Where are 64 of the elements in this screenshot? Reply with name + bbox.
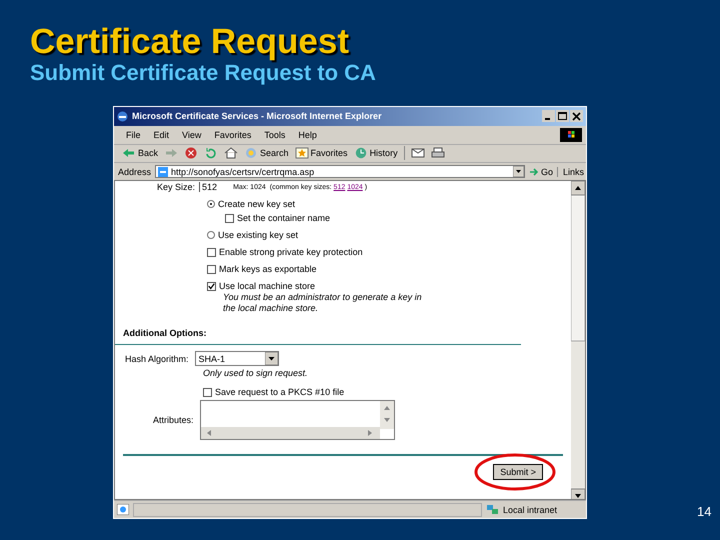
address-value: http://sonofyas/certsrv/certrqma.asp	[171, 166, 316, 177]
menu-item[interactable]: View	[182, 130, 202, 140]
favorites-icon	[294, 147, 309, 160]
submit-button[interactable]: Submit >	[493, 464, 543, 480]
checkbox[interactable]	[207, 248, 216, 257]
page-icon	[117, 504, 129, 516]
radio-button[interactable]	[207, 200, 215, 208]
slide-subtitle: Submit Certificate Request to CA	[29, 60, 376, 86]
menu-item[interactable]: Favorites	[214, 130, 252, 140]
option-label: Save request to a PKCS #10 file	[215, 387, 344, 398]
hash-dropdown[interactable]: SHA-1	[194, 351, 279, 366]
address-field[interactable]: http://sonofyas/certsrv/certrqma.asp	[155, 165, 526, 178]
hint-text: Only used to sign request.	[202, 368, 308, 378]
note-text: You must be an administrator to generate a key in the local machine store.	[222, 292, 423, 314]
menu-item[interactable]: File	[126, 130, 141, 140]
checkbox[interactable]	[203, 388, 212, 397]
option-label: Create new key set	[218, 199, 296, 210]
field-label: Key Size:	[157, 182, 196, 192]
attributes-text-area[interactable]	[200, 400, 395, 440]
key-size-field[interactable]: 512	[199, 182, 230, 192]
mail-icon[interactable]	[410, 147, 425, 160]
checkbox[interactable]	[207, 282, 216, 291]
field-label: Hash Algorithm:	[125, 354, 189, 364]
home-icon[interactable]	[224, 147, 238, 160]
printer-icon[interactable]	[430, 147, 445, 160]
toolbar-button[interactable]: History	[354, 147, 398, 160]
menu-item[interactable]: Tools	[264, 130, 286, 140]
field-label: Attributes:	[153, 415, 194, 426]
zone-label: Local intranet	[503, 504, 558, 515]
minimize-button[interactable]	[542, 110, 555, 122]
dropdown-arrow-icon[interactable]	[513, 166, 524, 178]
toolbar-button[interactable]: Search	[244, 147, 289, 160]
page-number: 14	[697, 504, 712, 519]
search-icon	[244, 147, 258, 160]
back-icon	[122, 147, 136, 160]
option-label: Mark keys as exportable	[219, 264, 317, 274]
page-icon	[158, 166, 168, 177]
links-button[interactable]: Links	[557, 166, 584, 177]
go-button[interactable]: Go	[529, 166, 554, 177]
menu-item[interactable]: Edit	[154, 130, 170, 140]
network-icon	[486, 504, 499, 516]
scrollbar[interactable]	[571, 181, 585, 500]
toolbar-button[interactable]: Back	[122, 147, 158, 160]
windows-logo-icon[interactable]	[560, 128, 582, 142]
option-label: Use existing key set	[218, 230, 298, 240]
toolbar-button[interactable]: Favorites	[294, 147, 348, 160]
close-button[interactable]	[570, 110, 583, 122]
stop-icon[interactable]	[184, 147, 198, 160]
menu-item[interactable]: Help	[298, 130, 317, 140]
arrow-icon	[529, 166, 540, 177]
address-label: Address	[118, 166, 152, 177]
option-label: Set the container name	[237, 213, 330, 224]
radio-button[interactable]	[207, 231, 215, 240]
checkbox[interactable]	[207, 264, 216, 274]
option-label: Enable strong private key protection	[219, 247, 363, 258]
option-label: Use local machine store	[219, 281, 316, 292]
dropdown-arrow-icon	[264, 352, 278, 366]
slide-title: Certificate Request	[29, 21, 349, 62]
maximize-button[interactable]	[556, 110, 569, 122]
section-heading: Additional Options:	[123, 328, 206, 338]
window-title: Microsoft Certificate Services - Microsoft Internet Explorer	[132, 111, 382, 122]
browser-icon	[117, 110, 128, 122]
checkbox[interactable]	[225, 214, 234, 223]
history-icon	[354, 147, 368, 160]
